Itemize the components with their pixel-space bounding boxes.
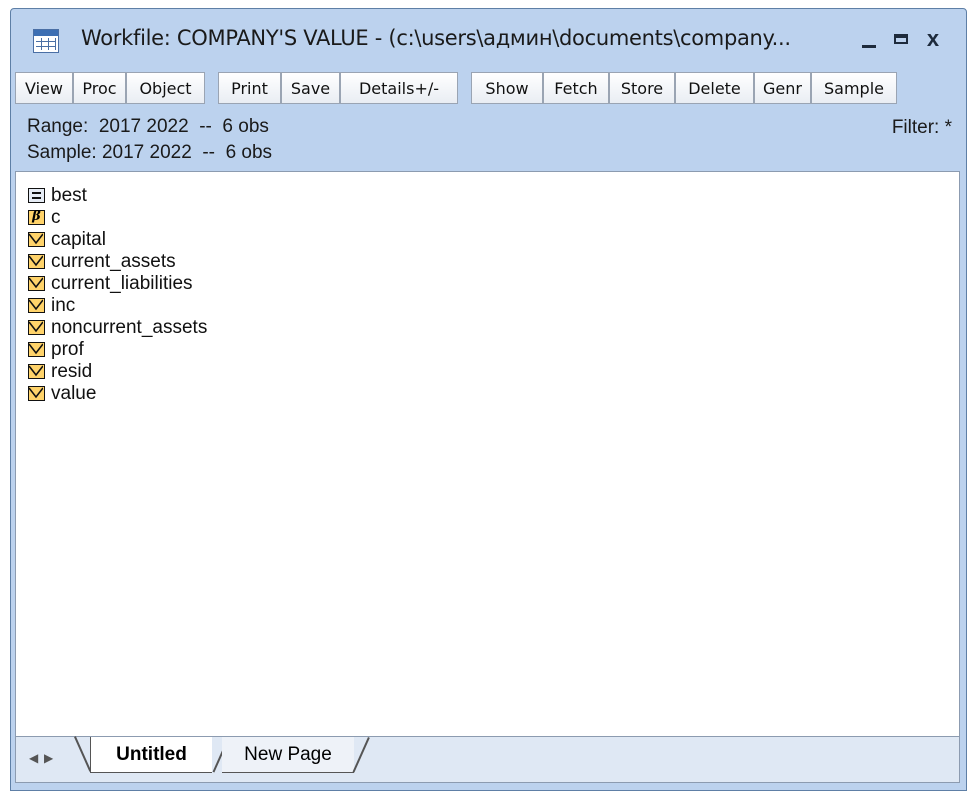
toolbar: View Proc Object Print Save Details+/- S… [15,71,960,105]
close-icon: x [926,26,940,51]
series-icon [28,386,45,401]
print-button[interactable]: Print [218,72,281,104]
details-button[interactable]: Details+/- [340,72,458,104]
item-label: best [51,184,87,206]
sample-text[interactable]: Sample: 2017 2022 -- 6 obs [27,142,272,164]
close-button[interactable]: x [918,23,948,55]
workfile-icon [33,29,59,53]
workfile-info: Range: 2017 2022 -- 6 obs Sample: 2017 2… [15,112,960,172]
genr-button[interactable]: Genr [754,72,811,104]
title-bar[interactable]: Workfile: COMPANY'S VALUE - (c:\users\ад… [11,9,966,71]
item-label: inc [51,294,76,316]
series-icon [28,298,45,313]
list-item-current-liabilities[interactable]: current_liabilities [28,273,193,294]
list-item-resid[interactable]: resid [28,361,92,382]
list-item-value[interactable]: value [28,383,96,404]
item-label: noncurrent_assets [51,316,208,338]
coefficient-icon: β [28,210,45,225]
workfile-window: Workfile: COMPANY'S VALUE - (c:\users\ад… [10,8,967,791]
range-text[interactable]: Range: 2017 2022 -- 6 obs [27,116,269,138]
item-label: current_assets [51,250,176,272]
list-item-c[interactable]: β c [28,207,61,228]
window-title: Workfile: COMPANY'S VALUE - (c:\users\ад… [81,26,791,50]
item-label: prof [51,338,84,360]
series-icon [28,232,45,247]
tab-scroll-left-icon[interactable]: ◀ [29,751,38,765]
equation-icon [28,188,45,203]
maximize-icon [894,34,908,44]
object-button[interactable]: Object [126,72,205,104]
series-icon [28,276,45,291]
series-icon [28,320,45,335]
minimize-icon [862,44,876,48]
list-item-capital[interactable]: capital [28,229,106,250]
list-item-best[interactable]: best [28,185,87,206]
minimize-button[interactable] [854,23,884,55]
series-icon [28,342,45,357]
show-button[interactable]: Show [471,72,543,104]
view-button[interactable]: View [15,72,73,104]
item-label: c [51,206,61,228]
list-item-current-assets[interactable]: current_assets [28,251,176,272]
store-button[interactable]: Store [609,72,675,104]
save-button[interactable]: Save [281,72,340,104]
object-list: best β c capital current_assets current_… [15,171,960,737]
tab-new-page[interactable]: New Page [222,737,354,773]
series-icon [28,254,45,269]
item-label: capital [51,228,106,250]
item-label: value [51,382,97,404]
series-icon [28,364,45,379]
filter-text[interactable]: Filter: * [892,117,952,139]
list-item-prof[interactable]: prof [28,339,84,360]
item-label: resid [51,360,93,382]
fetch-button[interactable]: Fetch [543,72,609,104]
list-item-noncurrent-assets[interactable]: noncurrent_assets [28,317,207,338]
list-item-inc[interactable]: inc [28,295,75,316]
page-tab-bar: ◀ ▶ Untitled New Page [15,736,960,783]
tab-scroll-right-icon[interactable]: ▶ [44,751,53,765]
maximize-button[interactable] [886,23,916,55]
item-label: current_liabilities [51,272,193,294]
sample-button[interactable]: Sample [811,72,897,104]
proc-button[interactable]: Proc [73,72,126,104]
tab-untitled[interactable]: Untitled [90,737,212,773]
delete-button[interactable]: Delete [675,72,754,104]
